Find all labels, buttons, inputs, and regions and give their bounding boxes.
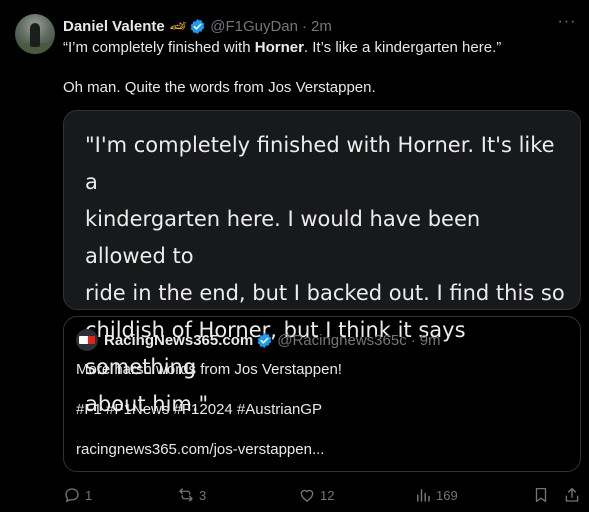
repost-icon	[179, 488, 193, 502]
bookmark-icon	[535, 487, 547, 503]
separator-dot: ·	[410, 331, 416, 349]
quoted-tweet[interactable]: RacingNews365.com @Racingnews365c · 9m M…	[63, 316, 581, 472]
more-options-icon[interactable]: ···	[557, 14, 577, 36]
tweet-timestamp[interactable]: 2m	[311, 18, 332, 35]
share-icon	[565, 487, 579, 502]
reply-button[interactable]: 1	[63, 484, 92, 506]
share-button[interactable]	[563, 484, 581, 506]
views-count: 169	[436, 487, 458, 503]
quoted-tweet-text: More harsh words from Jos Verstappen!	[76, 361, 342, 378]
heart-icon	[300, 489, 314, 502]
verified-badge-icon	[258, 332, 272, 348]
bookmark-button[interactable]	[532, 484, 550, 506]
author-name[interactable]: Daniel Valente	[63, 18, 165, 35]
tweet[interactable]: Daniel Valente 🏎 @F1GuyDan · 2m ··· “I’m…	[0, 0, 589, 512]
reply-icon	[65, 488, 79, 503]
quoted-tweet-body: More harsh words from Jos Verstappen! #F…	[76, 360, 566, 460]
tweet-bold-word: Horner	[254, 39, 304, 56]
like-count: 12	[320, 487, 335, 503]
reply-count: 1	[85, 487, 93, 503]
verified-badge-icon	[191, 18, 205, 34]
action-bar: 1 3 12 169	[0, 484, 589, 506]
separator-dot: ·	[302, 17, 307, 35]
author-handle[interactable]: @F1GuyDan	[210, 18, 298, 35]
repost-count: 3	[199, 487, 207, 503]
quoted-tweet-link[interactable]: racingnews365.com/jos-verstappen...	[76, 440, 566, 460]
quoted-tweet-timestamp[interactable]: 9m	[420, 332, 441, 349]
tweet-text: “I’m completely finished with Horner. It…	[63, 38, 573, 98]
tweet-text-line-2: Oh man. Quite the words from Jos Verstap…	[63, 79, 376, 96]
tweet-header: Daniel Valente 🏎 @F1GuyDan · 2m	[63, 16, 332, 36]
repost-button[interactable]: 3	[177, 484, 206, 506]
quoted-tweet-hashtags[interactable]: #F1 #F1News #F12024 #AustrianGP	[76, 400, 566, 420]
quoted-tweet-header: RacingNews365.com @Racingnews365c · 9m	[76, 329, 441, 351]
views-chart-icon	[417, 489, 430, 502]
car-emoji-icon: 🏎	[169, 18, 187, 33]
quoted-author-handle[interactable]: @Racingnews365c	[277, 332, 406, 349]
author-avatar[interactable]	[15, 14, 55, 54]
like-button[interactable]: 12	[298, 484, 334, 506]
attached-image[interactable]: "I'm completely finished with Horner. It…	[63, 110, 581, 416]
views-button[interactable]: 169	[414, 484, 458, 506]
quoted-author-name[interactable]: RacingNews365.com	[104, 332, 253, 349]
tweet-text-line-1: “I’m completely finished with Horner. It…	[63, 39, 502, 56]
racingnews-logo-icon[interactable]	[76, 329, 98, 351]
